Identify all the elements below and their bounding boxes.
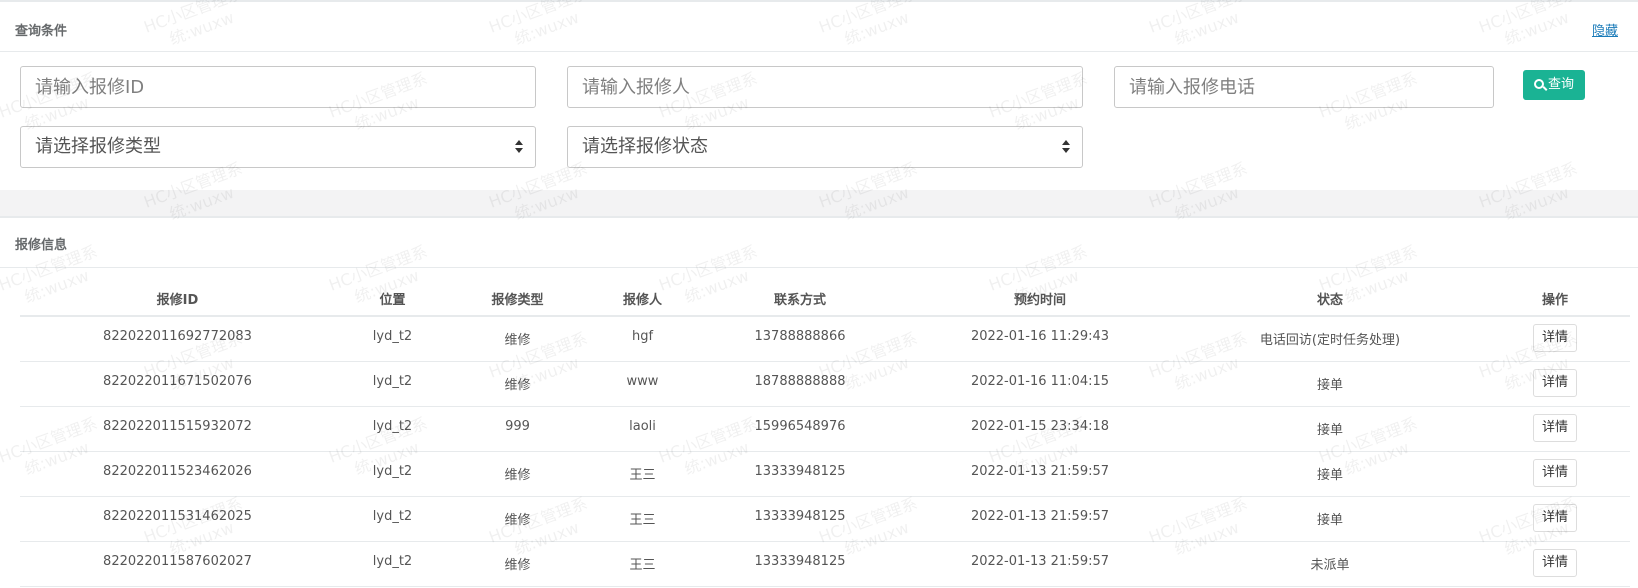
table-row: 822022011587602027 lyd_t2 维修 王三 13333948… <box>20 541 1630 587</box>
state-cell: 电话回访(定时任务处理) <box>1180 316 1480 362</box>
appointment-time-cell: 2022-01-16 11:29:43 <box>900 316 1180 362</box>
table-row: 822022011531462025 lyd_t2 维修 王三 13333948… <box>20 496 1630 542</box>
detail-button[interactable]: 详情 <box>1532 458 1577 487</box>
repair-id-cell: 822022011587602027 <box>20 541 335 587</box>
location-cell: lyd_t2 <box>335 541 450 587</box>
repair-info-title: 报修信息 <box>15 238 68 253</box>
table-row: 822022011515932072 lyd_t2 999 laoli 1599… <box>20 406 1630 452</box>
phone-cell: 13333948125 <box>700 451 900 497</box>
query-button-label: 查询 <box>1547 77 1574 92</box>
action-cell: 详情 <box>1480 541 1630 587</box>
location-cell: lyd_t2 <box>335 316 450 362</box>
location-cell: lyd_t2 <box>335 496 450 542</box>
repair-person-cell: laoli <box>585 406 700 452</box>
repair-type-cell: 维修 <box>450 496 585 542</box>
state-cell: 接单 <box>1180 361 1480 407</box>
repair-person-cell: www <box>585 361 700 407</box>
select-arrows-icon <box>1062 139 1070 155</box>
appointment-time-cell: 2022-01-13 21:59:57 <box>900 541 1180 587</box>
action-cell: 详情 <box>1480 316 1630 362</box>
column-header: 联系方式 <box>700 282 900 317</box>
repair-person-cell: 王三 <box>585 541 700 587</box>
location-cell: lyd_t2 <box>335 361 450 407</box>
phone-cell: 13788888866 <box>700 316 900 362</box>
table-header-row: 报修ID 位置 报修类型 报修人 联系方式 预约时间 状态 操作 <box>20 282 1630 317</box>
repair-id-cell: 822022011531462025 <box>20 496 335 542</box>
table-row: 822022011671502076 lyd_t2 维修 www 1878888… <box>20 361 1630 407</box>
repair-person-cell: 王三 <box>585 451 700 497</box>
appointment-time-cell: 2022-01-16 11:04:15 <box>900 361 1180 407</box>
hide-link[interactable]: 隐藏 <box>1592 20 1618 39</box>
column-header: 预约时间 <box>900 282 1180 317</box>
action-cell: 详情 <box>1480 406 1630 452</box>
repair-type-select-value: 请选择报修类型 <box>35 136 161 157</box>
location-cell: lyd_t2 <box>335 406 450 452</box>
table-row: 822022011692772083 lyd_t2 维修 hgf 1378888… <box>20 316 1630 362</box>
search-panel-header: 查询条件 隐藏 <box>0 2 1638 52</box>
repair-id-input[interactable] <box>20 66 536 108</box>
repair-phone-input[interactable] <box>1114 66 1494 108</box>
repair-type-cell: 维修 <box>450 451 585 497</box>
column-header: 报修人 <box>585 282 700 317</box>
state-cell: 接单 <box>1180 451 1480 497</box>
search-icon <box>1533 79 1544 89</box>
phone-cell: 18788888888 <box>700 361 900 407</box>
repair-type-select[interactable]: 请选择报修类型 <box>20 126 536 168</box>
column-header: 报修类型 <box>450 282 585 317</box>
phone-cell: 15996548976 <box>700 406 900 452</box>
action-cell: 详情 <box>1480 361 1630 407</box>
detail-button[interactable]: 详情 <box>1532 548 1577 577</box>
repair-type-cell: 维修 <box>450 541 585 587</box>
repair-type-cell: 维修 <box>450 361 585 407</box>
appointment-time-cell: 2022-01-13 21:59:57 <box>900 496 1180 542</box>
state-cell: 接单 <box>1180 496 1480 542</box>
repair-state-select[interactable]: 请选择报修状态 <box>567 126 1083 168</box>
location-cell: lyd_t2 <box>335 451 450 497</box>
state-cell: 接单 <box>1180 406 1480 452</box>
detail-button[interactable]: 详情 <box>1532 368 1577 397</box>
repair-person-cell: 王三 <box>585 496 700 542</box>
repair-info-panel: 报修信息 报修ID 位置 报修类型 报修人 联系方式 预约时间 状态 操作 82… <box>0 216 1638 588</box>
column-header: 操作 <box>1480 282 1630 317</box>
detail-button[interactable]: 详情 <box>1532 413 1577 442</box>
phone-cell: 13333948125 <box>700 496 900 542</box>
query-button[interactable]: 查询 <box>1523 70 1585 100</box>
column-header: 位置 <box>335 282 450 317</box>
repair-table: 报修ID 位置 报修类型 报修人 联系方式 预约时间 状态 操作 8220220… <box>20 282 1630 587</box>
column-header: 状态 <box>1180 282 1480 317</box>
search-panel-title: 查询条件 <box>15 24 68 39</box>
detail-button[interactable]: 详情 <box>1532 503 1577 532</box>
search-panel: 查询条件 隐藏 查询 请选择报修类型 请选择报修状态 <box>0 0 1638 190</box>
appointment-time-cell: 2022-01-13 21:59:57 <box>900 451 1180 497</box>
repair-person-input[interactable] <box>567 66 1083 108</box>
repair-person-cell: hgf <box>585 316 700 362</box>
repair-type-cell: 999 <box>450 406 585 452</box>
repair-id-cell: 822022011692772083 <box>20 316 335 362</box>
column-header: 报修ID <box>20 282 335 317</box>
table-row: 822022011523462026 lyd_t2 维修 王三 13333948… <box>20 451 1630 497</box>
repair-id-cell: 822022011523462026 <box>20 451 335 497</box>
phone-cell: 13333948125 <box>700 541 900 587</box>
repair-info-header: 报修信息 <box>0 218 1638 268</box>
select-arrows-icon <box>515 139 523 155</box>
detail-button[interactable]: 详情 <box>1532 324 1577 352</box>
appointment-time-cell: 2022-01-15 23:34:18 <box>900 406 1180 452</box>
repair-state-select-value: 请选择报修状态 <box>582 136 708 157</box>
action-cell: 详情 <box>1480 451 1630 497</box>
action-cell: 详情 <box>1480 496 1630 542</box>
repair-type-cell: 维修 <box>450 316 585 362</box>
state-cell: 未派单 <box>1180 541 1480 587</box>
repair-id-cell: 822022011671502076 <box>20 361 335 407</box>
repair-id-cell: 822022011515932072 <box>20 406 335 452</box>
